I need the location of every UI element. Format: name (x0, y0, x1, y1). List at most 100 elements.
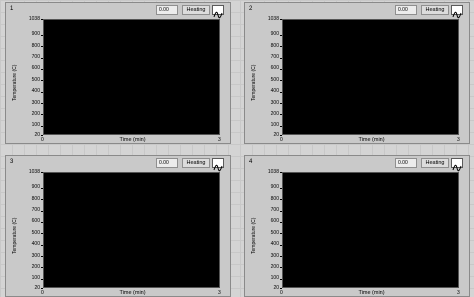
y-tick-label: 300 (31, 252, 40, 259)
graph-panel-2: 2 0.00 Heating 1038 900 800 700 600 500 400 300 200… (244, 2, 470, 144)
y-tick-label: 500 (31, 76, 40, 83)
y-tick-label: 900 (31, 31, 40, 38)
y-tick-mark (41, 19, 43, 20)
waveform-icon[interactable] (451, 158, 463, 172)
y-tick-mark (41, 103, 43, 105)
y-tick-label: 1038 (267, 15, 279, 22)
y-tick-mark (280, 210, 282, 212)
y-tick-mark (280, 19, 282, 20)
x-tick-label: 3 (218, 137, 221, 143)
y-tick-mark (41, 114, 43, 116)
y-tick-mark (41, 210, 43, 212)
y-tick-mark (280, 244, 282, 246)
y-tick-mark (280, 114, 282, 116)
y-tick-label: 20 (273, 284, 279, 291)
x-axis-label: Time (min) (358, 137, 385, 143)
y-tick-mark (41, 256, 43, 258)
y-tick-label: 20 (34, 284, 40, 291)
y-tick-mark (280, 34, 282, 36)
y-tick-label: 600 (31, 65, 40, 72)
x-axis-label: Time (min) (119, 290, 146, 296)
plot-area[interactable] (43, 172, 220, 288)
y-tick-mark (280, 288, 282, 289)
y-tick-mark (41, 80, 43, 82)
y-tick-mark (280, 187, 282, 189)
y-tick-label: 500 (31, 229, 40, 236)
y-axis-label: Temperature (C) (251, 217, 257, 254)
y-tick-mark (41, 57, 43, 59)
panel-number: 4 (249, 159, 253, 165)
y-tick-mark (280, 233, 282, 235)
y-tick-label: 500 (270, 76, 279, 83)
y-tick-mark (280, 172, 282, 173)
y-tick-label: 1038 (28, 168, 40, 175)
graph-panel-3: 3 0.00 Heating 1038 900 800 700 600 500 400 300 200… (5, 155, 231, 297)
panel-number: 3 (10, 159, 14, 165)
y-tick-mark (41, 125, 43, 127)
y-tick-label: 400 (31, 88, 40, 95)
plot-area[interactable] (43, 19, 220, 135)
y-tick-label: 100 (31, 122, 40, 129)
y-tick-mark (280, 125, 282, 127)
y-tick-label: 700 (270, 207, 279, 213)
x-tick-label: 3 (457, 137, 460, 143)
y-tick-label: 800 (31, 195, 40, 202)
mode-label: Heating (421, 5, 449, 15)
y-tick-label: 600 (270, 218, 279, 225)
y-tick-label: 100 (270, 275, 279, 282)
y-tick-mark (280, 221, 282, 223)
value-indicator[interactable]: 0.00 (156, 158, 178, 168)
y-tick-mark (41, 267, 43, 269)
y-tick-label: 900 (31, 184, 40, 191)
mode-label: Heating (421, 158, 449, 168)
x-tick-label: 0 (280, 290, 283, 296)
plot-area[interactable] (282, 19, 459, 135)
y-tick-label: 600 (31, 218, 40, 225)
y-tick-label: 200 (270, 263, 279, 270)
y-tick-label: 300 (270, 99, 279, 106)
y-axis-label: Temperature (C) (12, 217, 18, 254)
y-tick-label: 800 (31, 42, 40, 49)
y-tick-mark (41, 221, 43, 223)
y-tick-label: 20 (34, 131, 40, 138)
y-tick-mark (41, 68, 43, 70)
waveform-icon[interactable] (212, 158, 224, 172)
plot-area[interactable] (282, 172, 459, 288)
value-indicator[interactable]: 0.00 (156, 5, 178, 15)
y-tick-mark (280, 46, 282, 48)
y-tick-mark (41, 278, 43, 280)
value-indicator[interactable]: 0.00 (395, 158, 417, 168)
waveform-icon[interactable] (212, 5, 224, 19)
x-tick-label: 0 (41, 137, 44, 143)
y-tick-label: 400 (270, 241, 279, 248)
y-tick-label: 900 (270, 184, 279, 191)
y-tick-label: 200 (31, 110, 40, 117)
graph-panel-4: 4 0.00 Heating 1038 900 800 700 600 500 400 300 200… (244, 155, 470, 297)
y-tick-mark (41, 91, 43, 93)
y-tick-mark (280, 199, 282, 201)
value-indicator[interactable]: 0.00 (395, 5, 417, 15)
y-tick-label: 300 (31, 99, 40, 106)
y-tick-label: 400 (270, 88, 279, 95)
y-tick-label: 100 (270, 122, 279, 129)
y-tick-mark (280, 80, 282, 82)
x-tick-label: 0 (41, 290, 44, 296)
y-tick-mark (280, 135, 282, 136)
x-tick-label: 3 (218, 290, 221, 296)
y-tick-mark (41, 187, 43, 189)
y-tick-mark (280, 267, 282, 269)
y-tick-label: 400 (31, 241, 40, 248)
y-tick-label: 1038 (28, 15, 40, 22)
x-axis-label: Time (min) (358, 290, 385, 296)
y-tick-label: 800 (270, 195, 279, 202)
y-tick-mark (41, 288, 43, 289)
y-tick-mark (280, 68, 282, 70)
y-tick-mark (280, 103, 282, 105)
waveform-icon[interactable] (451, 5, 463, 19)
y-tick-mark (280, 57, 282, 59)
y-axis-label: Temperature (C) (251, 64, 257, 101)
y-tick-mark (280, 256, 282, 258)
y-tick-label: 100 (31, 275, 40, 282)
panel-number: 1 (10, 6, 14, 12)
x-axis-label: Time (min) (119, 137, 146, 143)
